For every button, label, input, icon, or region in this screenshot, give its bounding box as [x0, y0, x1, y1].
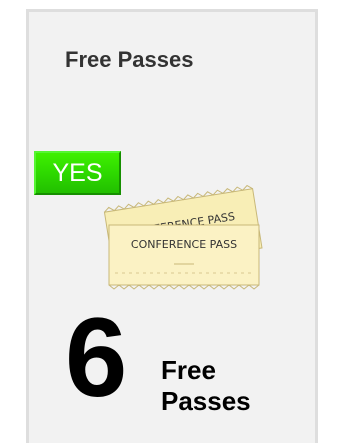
pass-count-label-line2: Passes: [161, 386, 251, 417]
card-title: Free Passes: [65, 47, 194, 72]
front-ticket-label: CONFERENCE PASS: [131, 238, 237, 251]
pass-count: 6: [65, 295, 128, 420]
free-passes-card: Free Passes YES CONFERENCE PASS CONFEREN…: [26, 9, 318, 443]
front-ticket: CONFERENCE PASS: [108, 224, 260, 290]
pass-count-label: Free Passes: [161, 355, 251, 417]
pass-count-label-line1: Free: [161, 355, 216, 385]
